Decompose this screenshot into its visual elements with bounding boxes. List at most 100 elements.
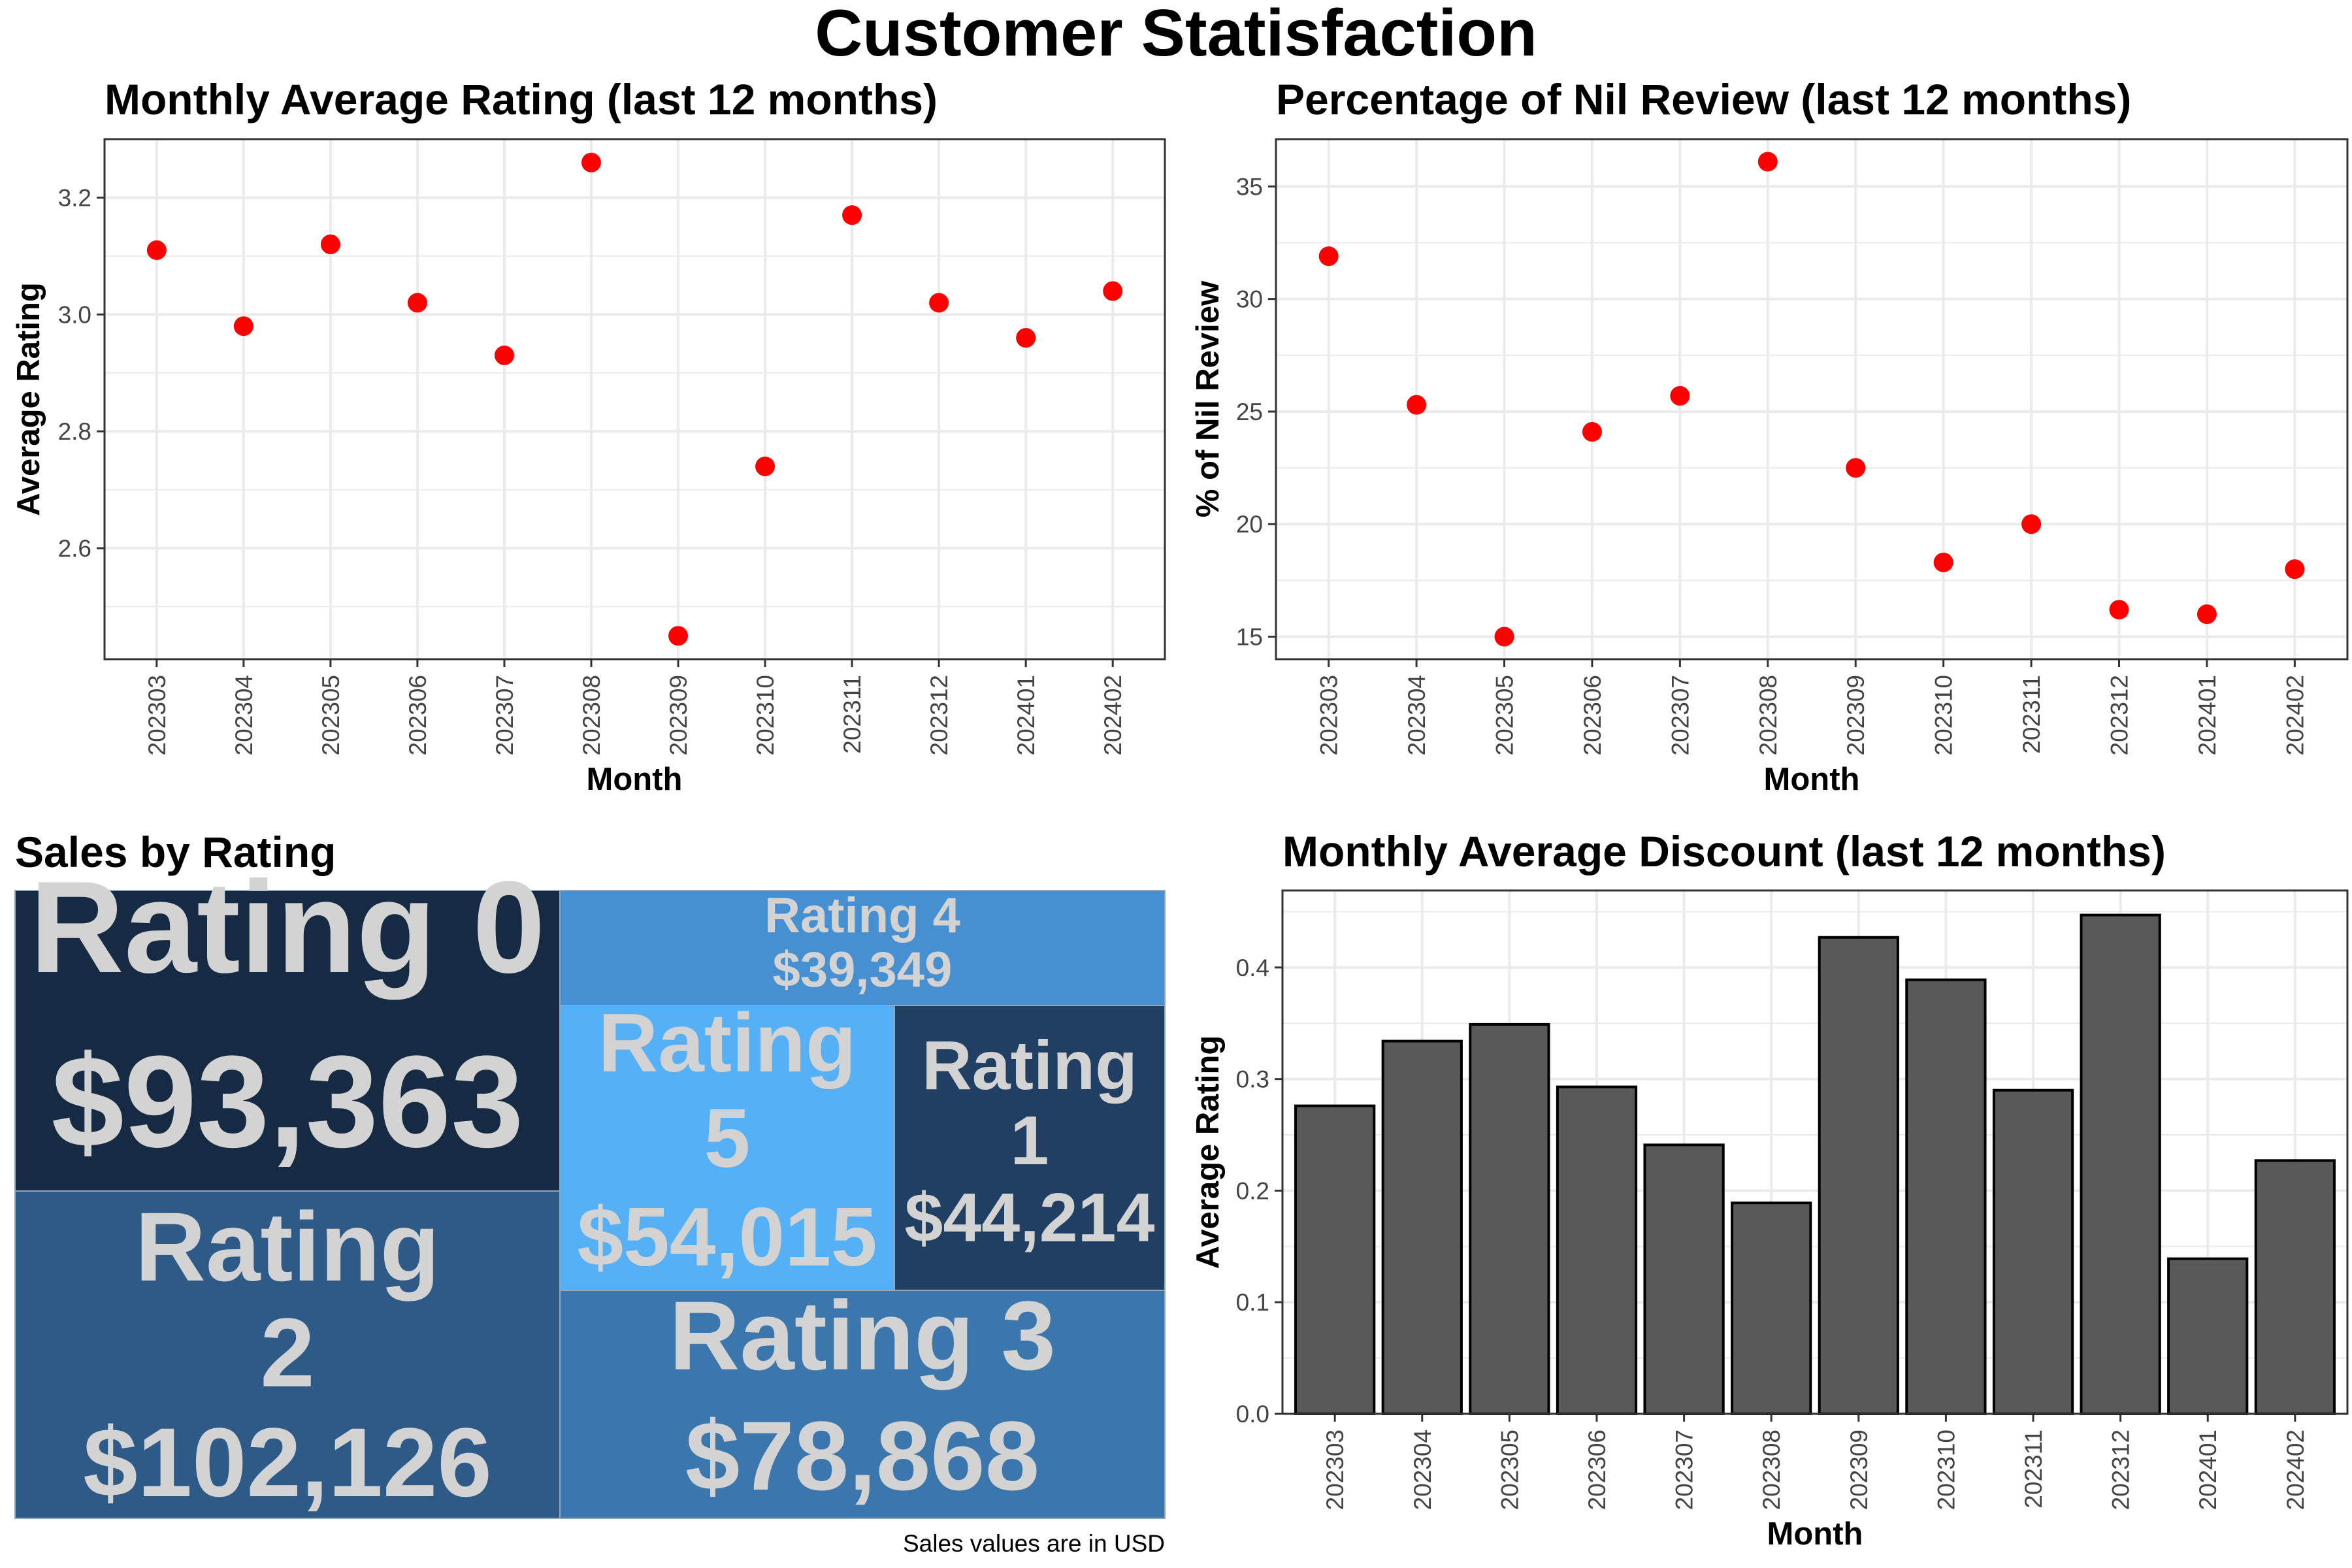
bar [1381,1039,1463,1416]
y-tick-label: 0.0 [1236,1401,1269,1428]
tile-label: Rating [598,996,856,1089]
data-point [581,152,601,172]
data-point [2197,604,2217,625]
treemap-caption: Sales values are in USD [903,1530,1165,1557]
x-tick-label: 202402 [2281,675,2308,755]
x-tick-label: 202307 [491,675,518,755]
y-tick-label: 15 [1236,624,1263,651]
data-point [929,293,949,313]
avg_rating-xlabel: Month [587,762,683,797]
dashboard-title: Customer Statisfaction [815,0,1537,70]
x-tick-label: 202309 [1846,1429,1872,1510]
y-tick-label: 30 [1236,286,1263,313]
x-tick-label: 202401 [1013,675,1039,755]
avg_discount-xlabel: Month [1767,1516,1863,1552]
x-tick-label: 202306 [404,675,431,755]
y-tick-label: 3.2 [58,184,91,211]
x-tick-label: 202305 [1496,1429,1523,1510]
y-tick-label: 3.0 [58,301,91,328]
y-tick-label: 2.8 [58,418,91,445]
tile-label: 5 [704,1092,751,1184]
y-tick-label: 35 [1236,173,1263,200]
data-point [842,205,862,225]
avg_rating-title: Monthly Average Rating (last 12 months) [105,75,938,123]
bar [2167,1257,2249,1415]
treemap-panel: Sales by RatingRating 0$93,363Rating2$10… [14,828,1166,1519]
data-point [1318,246,1339,267]
x-tick-label: 202312 [2108,1429,2134,1510]
x-tick-label: 202309 [1842,675,1869,755]
data-point [1670,385,1690,406]
nil_review-xlabel: Month [1764,762,1860,797]
bar [1818,936,1899,1415]
tile-label: Rating [135,1192,440,1301]
y-tick-label: 0.3 [1236,1066,1269,1093]
data-point [1407,395,1427,415]
x-tick-label: 202303 [1316,675,1343,755]
tile-label: 2 [260,1298,314,1407]
tile-label: Rating 0 [30,855,546,1000]
bar [1992,1088,2074,1415]
tile-value: $93,363 [52,1029,524,1175]
avg_discount-title: Monthly Average Discount (last 12 months… [1282,827,2166,875]
y-tick-label: 25 [1236,399,1263,425]
x-tick-label: 202304 [1409,1429,1436,1510]
data-point [2285,559,2305,580]
data-point [320,234,340,254]
x-tick-label: 202308 [1755,675,1782,755]
x-tick-label: 202306 [1584,1429,1610,1510]
data-point [1846,458,1866,478]
data-point [146,240,167,260]
tile-label: Rating 3 [669,1281,1056,1390]
bar [1469,1022,1550,1415]
bar [1905,978,1987,1415]
data-point [494,345,514,365]
x-tick-label: 202311 [839,675,866,754]
y-tick-label: 20 [1236,511,1263,538]
x-tick-label: 202402 [2282,1429,2309,1510]
x-tick-label: 202312 [926,675,953,755]
data-point [1103,281,1123,301]
tile-value: $44,214 [904,1179,1154,1256]
x-tick-label: 202308 [1758,1429,1785,1510]
x-tick-label: 202311 [2018,675,2045,754]
bar [2254,1159,2336,1416]
data-point [1582,421,1602,442]
x-tick-label: 202401 [2194,675,2221,755]
tile-value: $102,126 [83,1407,492,1517]
y-tick-label: 0.4 [1236,955,1269,981]
x-tick-label: 202310 [752,675,779,755]
tile-label: Rating 4 [764,888,960,943]
x-tick-label: 202304 [231,675,257,755]
x-tick-label: 202303 [144,675,171,755]
bar [1294,1104,1376,1415]
tile-value: $54,015 [577,1190,877,1283]
data-point [233,316,253,336]
bar [1556,1085,1638,1415]
data-point [1016,328,1036,348]
x-tick-label: 202401 [2195,1429,2221,1510]
data-point [2109,600,2129,620]
data-point [407,293,427,313]
x-tick-label: 202312 [2106,675,2132,755]
tile-value: $39,349 [773,942,953,998]
nil_review-title: Percentage of Nil Review (last 12 months… [1276,75,2131,123]
x-tick-label: 202402 [1100,675,1126,755]
x-tick-label: 202310 [1933,1429,1959,1510]
x-tick-label: 202308 [578,675,605,755]
x-tick-label: 202306 [1579,675,1606,755]
x-tick-label: 202309 [665,675,692,755]
data-point [1933,552,1953,572]
data-point [1494,627,1514,647]
data-point [755,456,776,476]
x-tick-label: 202303 [1322,1429,1348,1510]
y-tick-label: 0.2 [1236,1177,1269,1204]
y-tick-label: 2.6 [58,535,91,562]
nil_review-ylabel: % of Nil Review [1190,280,1226,517]
bar [2080,913,2161,1416]
x-tick-label: 202305 [318,675,344,755]
avg_rating-ylabel: Average Rating [11,282,46,516]
x-tick-label: 202305 [1492,675,1518,755]
x-tick-label: 202304 [1403,675,1430,755]
tile-value: $78,868 [685,1401,1039,1511]
